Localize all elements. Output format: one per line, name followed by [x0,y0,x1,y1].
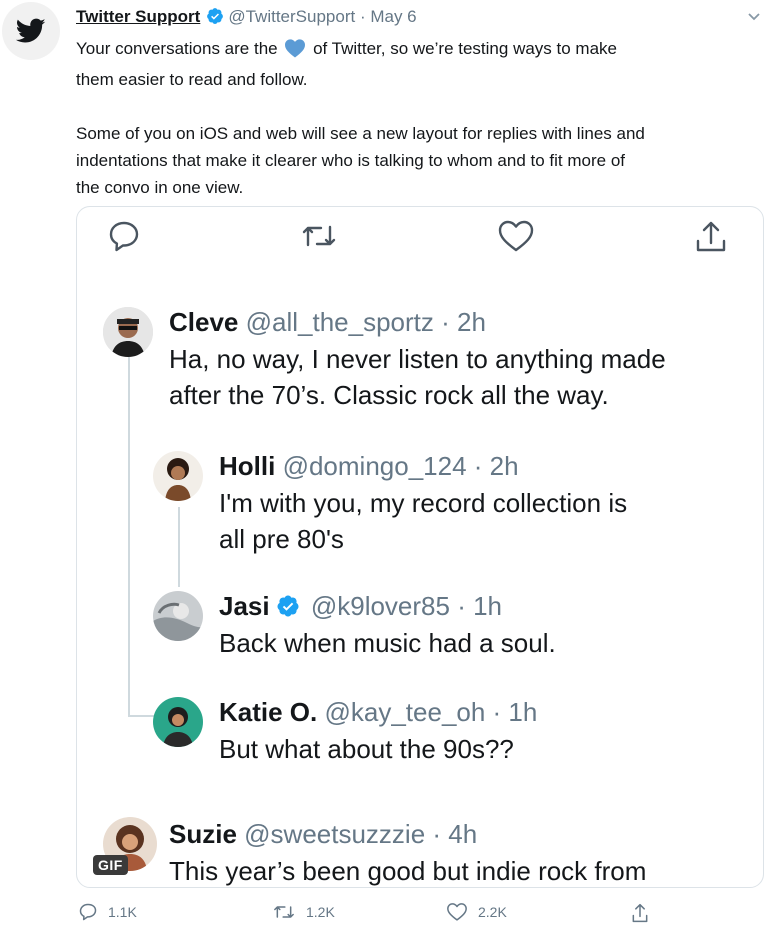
reply-handle[interactable]: @domingo_124 · 2h [283,451,519,481]
reply-handle[interactable]: @all_the_sportz · 2h [246,307,486,337]
reply-line: after the 70’s. Classic rock all the way… [169,380,609,410]
reply-name[interactable]: Katie O. [219,697,317,727]
reply-name[interactable]: Cleve [169,307,238,337]
reply-button[interactable]: 1.1K [78,902,137,922]
reply-icon [107,219,141,258]
tweet-line-4: indentations that make it clearer who is… [76,151,625,170]
reply-name[interactable]: Holli [219,451,275,481]
reply-name[interactable]: Suzie [169,819,237,849]
reply-text-cleve: Ha, no way, I never listen to anything m… [169,341,759,413]
author-handle[interactable]: @TwitterSupport [228,7,355,26]
tweet-line-1a: Your conversations are the [76,39,283,58]
tweet-media-image[interactable]: Cleve @all_the_sportz · 2h Ha, no way, I… [76,206,764,888]
avatar-jasi[interactable] [153,591,203,641]
avatar-cleve[interactable] [103,307,153,357]
more-options-chevron[interactable] [746,8,762,24]
reply-text-holli: I'm with you, my record collection is al… [219,485,759,557]
avatar-katie[interactable] [153,697,203,747]
tweet-line-2: them easier to read and follow. [76,70,308,89]
reply-name[interactable]: Jasi [219,591,270,621]
gif-badge: GIF [93,855,128,875]
blue-heart-emoji [284,38,306,66]
reply-line: all pre 80's [219,524,344,554]
reply-line: Back when music had a soul. [219,628,556,658]
share-icon [632,903,648,923]
reply-header-cleve: Cleve @all_the_sportz · 2h [169,305,486,339]
author-name[interactable]: Twitter Support [76,7,200,26]
reply-header-suzie: Suzie @sweetsuzzzie · 4h [169,817,477,851]
share-button[interactable] [630,902,650,924]
reply-line: But what about the 90s?? [219,734,514,764]
reply-header-holli: Holli @domingo_124 · 2h [219,449,519,483]
reply-handle[interactable]: @k9lover85 · 1h [311,591,502,621]
reply-header-katie: Katie O. @kay_tee_oh · 1h [219,695,537,729]
like-icon [497,219,535,258]
retweet-count: 1.2K [306,904,335,920]
like-button[interactable]: 2.2K [446,902,507,922]
retweet-button[interactable]: 1.2K [272,902,335,922]
retweet-icon [299,219,339,258]
tweet-line-3: Some of you on iOS and web will see a ne… [76,124,645,143]
like-icon [447,903,467,921]
media-action-bar [77,207,763,269]
reply-handle[interactable]: @kay_tee_oh · 1h [324,697,537,727]
reply-count: 1.1K [108,904,137,920]
tweet-line-1b: of Twitter, so we’re testing ways to mak… [308,39,617,58]
reply-header-jasi: Jasi @k9lover85 · 1h [219,589,502,626]
tweet-action-bar: 1.1K 1.2K 2.2K [0,896,770,936]
reply-icon [79,903,97,921]
twitter-logo[interactable] [2,2,60,60]
retweet-icon [274,906,294,918]
thread-line-main [128,357,130,717]
verified-badge-icon [206,7,224,31]
tweet-line-5: the convo in one view. [76,178,244,197]
reply-handle[interactable]: @sweetsuzzzie · 4h [244,819,477,849]
reply-line: I'm with you, my record collection is [219,488,628,518]
twitter-bird-icon [16,18,46,43]
tweet-date[interactable]: · May 6 [360,7,417,26]
thread-line-holli [178,507,180,587]
reply-text-suzie: This year’s been good but indie rock fro… [169,853,759,887]
avatar-holli[interactable] [153,451,203,501]
share-icon [693,219,729,260]
reply-line: Ha, no way, I never listen to anything m… [169,344,666,374]
reply-line: This year’s been good but indie rock fro… [169,856,647,886]
reply-text-jasi: Back when music had a soul. [219,625,759,661]
reply-text-katie: But what about the 90s?? [219,731,759,767]
like-count: 2.2K [478,904,507,920]
verified-badge-icon [276,592,300,626]
tweet-text: Your conversations are the of Twitter, s… [76,35,756,201]
tweet-header: Twitter Support @TwitterSupport · May 6 [76,6,417,31]
chevron-down-icon [748,13,760,21]
